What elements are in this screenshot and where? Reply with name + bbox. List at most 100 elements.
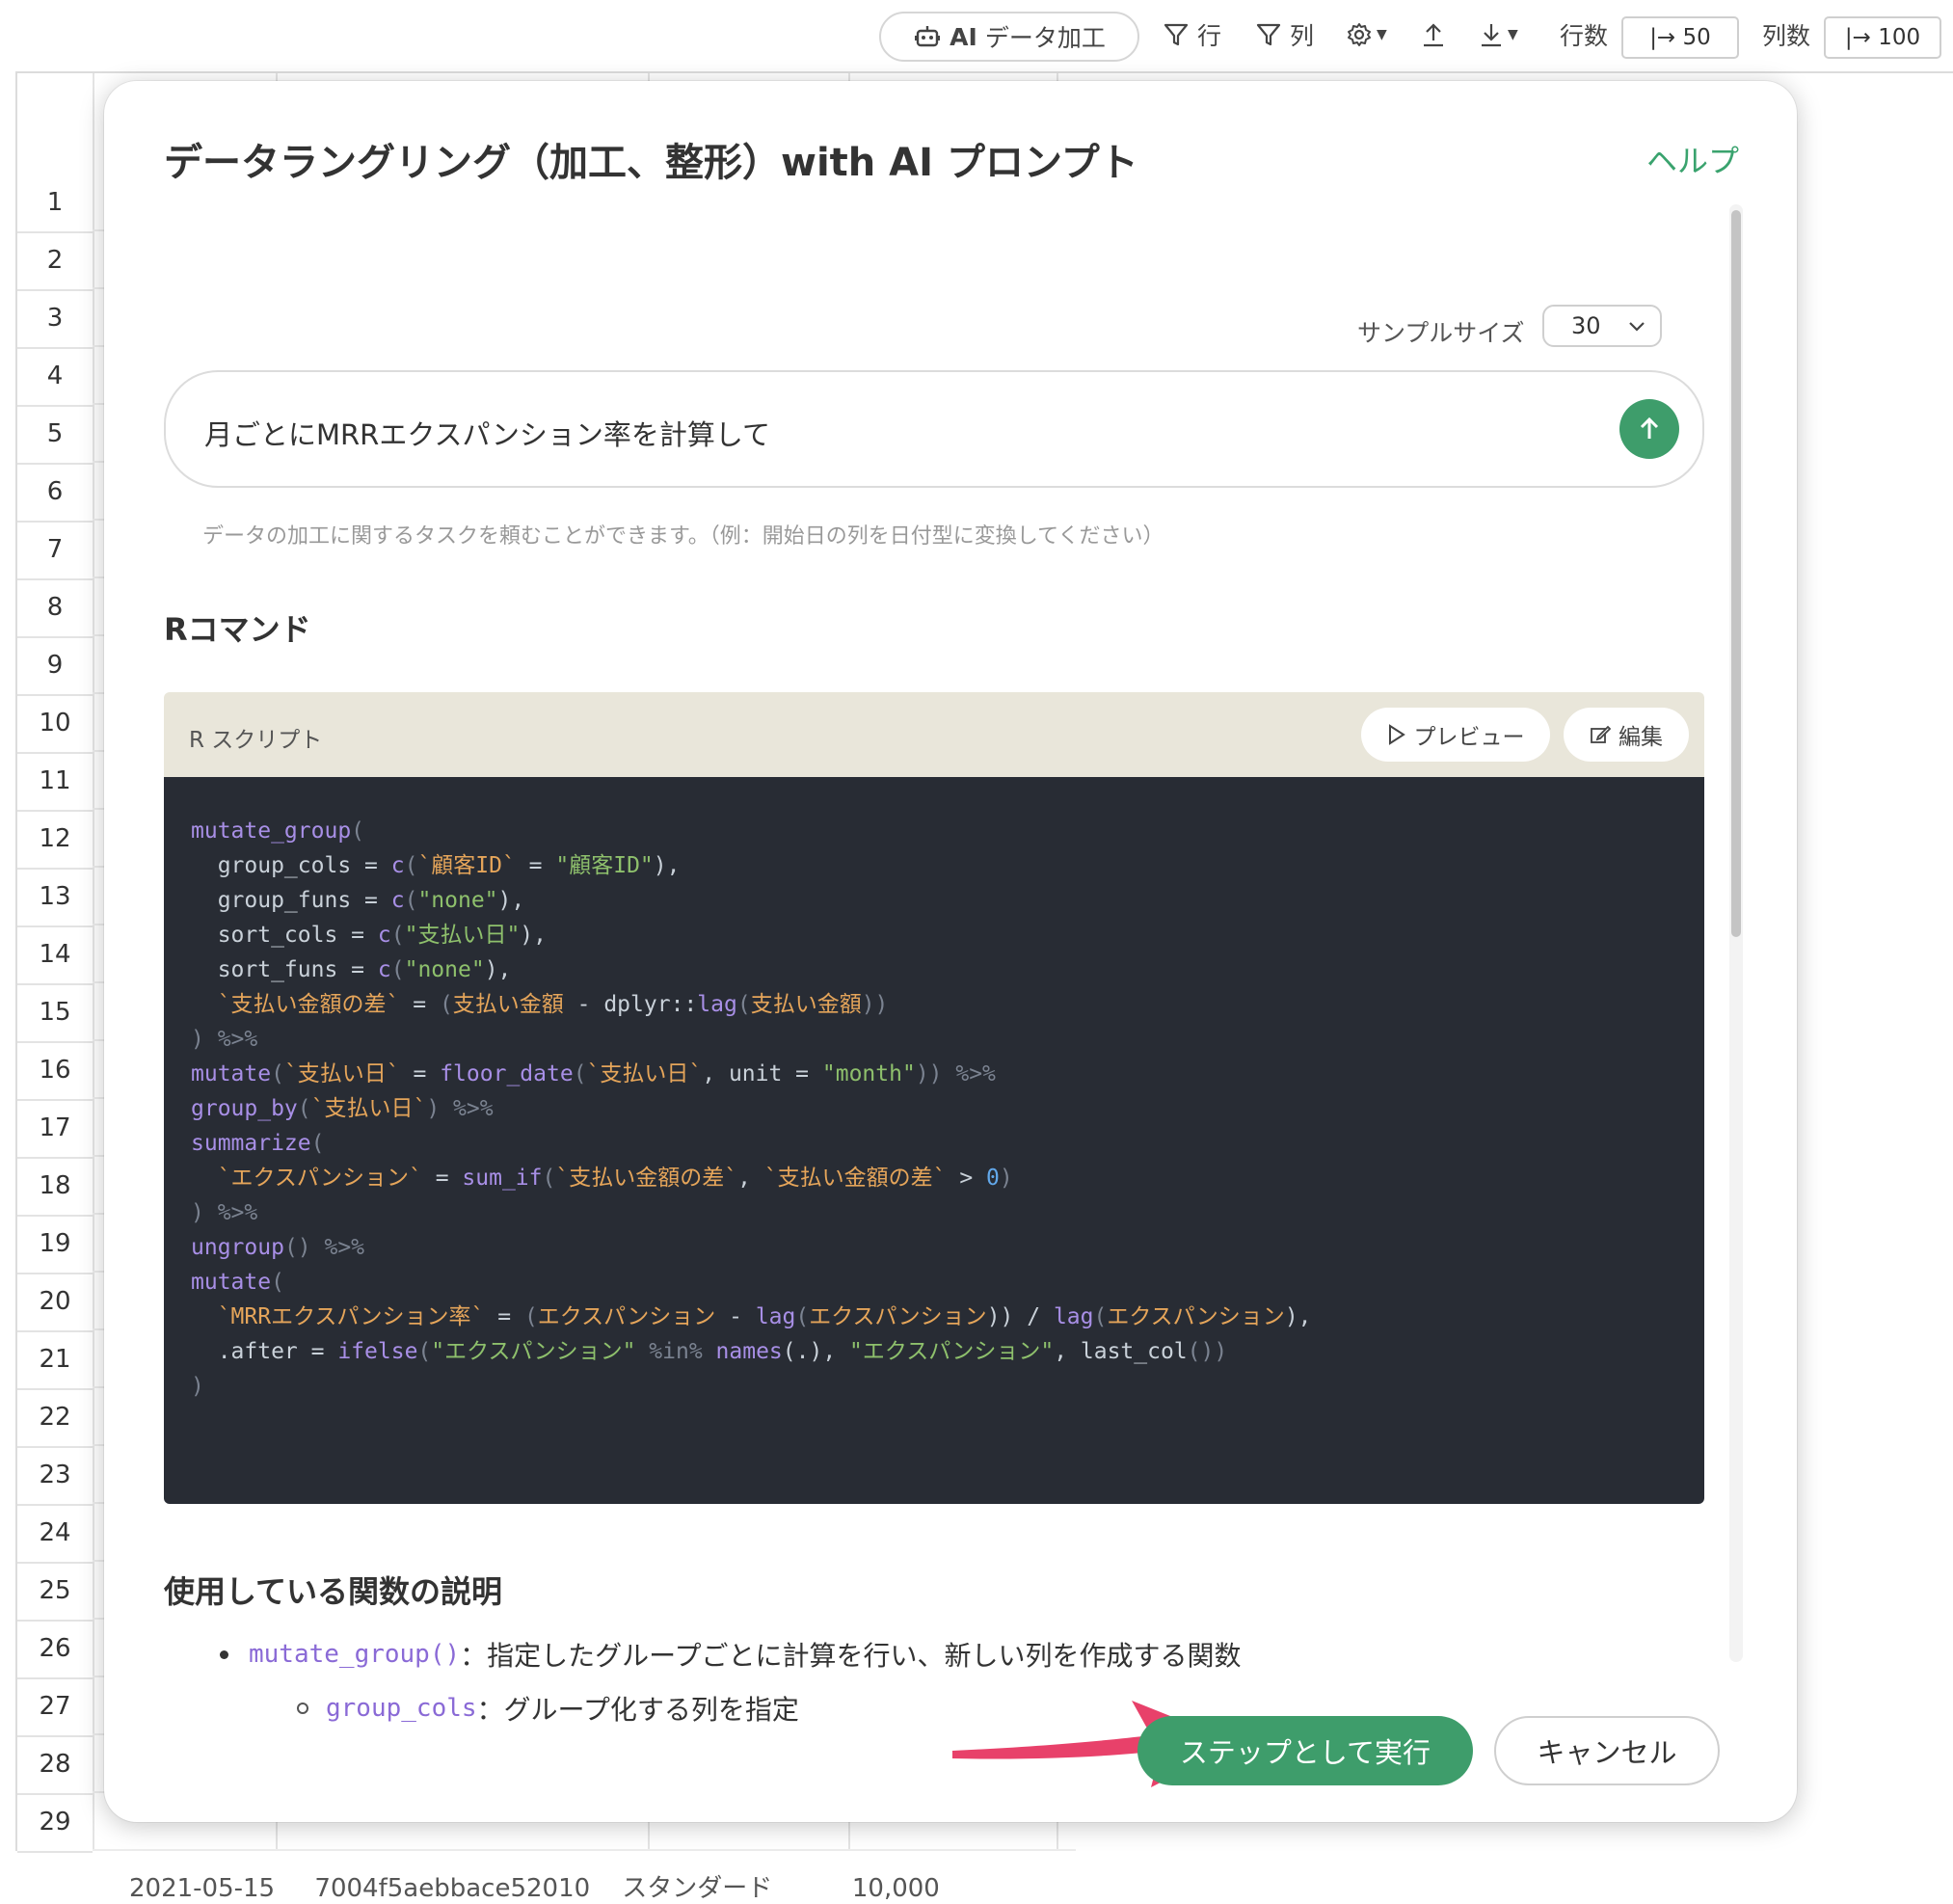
code-line: mutate( [164, 1265, 1704, 1300]
code-token: ( [310, 1131, 325, 1156]
code-token: ( [271, 1061, 284, 1086]
code-token: > [946, 1166, 987, 1191]
code-token: "none" [404, 957, 485, 982]
edit-button[interactable]: 編集 [1564, 708, 1689, 762]
code-token: ungroup [191, 1235, 284, 1260]
code-token: `支払い日` [586, 1061, 703, 1086]
row-number[interactable]: 26 [17, 1620, 93, 1679]
code-token: `支払い金額の差` [191, 992, 400, 1017]
code-token: sort_cols = [191, 923, 378, 948]
r-command-title: Rコマンド [164, 611, 311, 648]
code-token: "エクスパンション" [431, 1339, 636, 1364]
code-token: ( [795, 1304, 810, 1329]
filter-icon [1164, 23, 1189, 46]
sample-size-select[interactable]: 30 [1542, 305, 1662, 347]
function-name: mutate_group() [249, 1640, 461, 1669]
row-number[interactable]: 29 [17, 1793, 93, 1853]
row-number[interactable]: 21 [17, 1330, 93, 1390]
row-number[interactable]: 14 [17, 925, 93, 985]
upload-button[interactable] [1421, 12, 1446, 58]
code-token: エクスパンション [537, 1304, 716, 1329]
run-as-step-button[interactable]: ステップとして実行 [1137, 1716, 1473, 1785]
row-number[interactable]: 4 [17, 347, 93, 407]
code-token: - dplyr:: [563, 992, 698, 1017]
code-token: )) %>% [915, 1061, 996, 1086]
code-token: "顧客ID" [555, 853, 654, 878]
code-token: c [390, 888, 405, 913]
function-description-item: mutate_group() ：指定したグループごとに計算を行い、新しい列を作成す… [164, 1627, 1668, 1681]
code-line: group_cols = c(`顧客ID` = "顧客ID"), [164, 848, 1704, 883]
caret-down-icon: ▼ [1508, 27, 1518, 42]
download-icon [1482, 24, 1501, 47]
code-line: ) %>% [164, 1195, 1704, 1230]
code-token: ( [417, 1339, 432, 1364]
row-count-input[interactable]: |→ 50 [1621, 16, 1739, 59]
code-token: group_cols = [191, 853, 391, 878]
row-number[interactable]: 23 [17, 1446, 93, 1506]
bullet-icon [297, 1703, 308, 1714]
row-number[interactable]: 22 [17, 1388, 93, 1448]
code-token: エクスパンション [1107, 1304, 1285, 1329]
column-count-input[interactable]: |→ 100 [1824, 16, 1941, 59]
code-token: ), [653, 853, 681, 878]
code-token: c [377, 923, 391, 948]
code-token: ) %>% [191, 1027, 258, 1052]
r-script-code[interactable]: mutate_group ( group_cols = c(`顧客ID` = "顧… [164, 777, 1704, 1504]
code-token: ( [404, 853, 418, 878]
preview-button[interactable]: プレビュー [1361, 708, 1550, 762]
code-token: 0 [986, 1166, 1000, 1191]
code-token: , unit = [702, 1061, 822, 1086]
download-menu-button[interactable]: ▼ [1479, 12, 1518, 58]
row-number[interactable]: 11 [17, 752, 93, 812]
code-line: group_by(`支払い日`) %>% [164, 1091, 1704, 1126]
row-number[interactable]: 1 [17, 174, 93, 233]
row-number[interactable]: 18 [17, 1157, 93, 1217]
code-token: ) %>% [426, 1096, 494, 1121]
function-name: group_cols [326, 1694, 477, 1723]
row-number[interactable]: 3 [17, 289, 93, 349]
row-number[interactable]: 8 [17, 578, 93, 638]
row-number[interactable]: 13 [17, 868, 93, 927]
code-token: ), [520, 923, 547, 948]
row-number[interactable]: 2 [17, 231, 93, 291]
column-count-label: 列数 [1762, 22, 1811, 50]
send-button[interactable] [1619, 399, 1679, 459]
row-number[interactable]: 28 [17, 1735, 93, 1795]
code-token: ifelse [337, 1339, 418, 1364]
code-token: `支払い金額の差` [555, 1166, 738, 1191]
cancel-button[interactable]: キャンセル [1494, 1716, 1720, 1785]
code-token: c [377, 957, 391, 982]
row-number[interactable]: 5 [17, 405, 93, 465]
row-number[interactable]: 7 [17, 521, 93, 580]
code-token: = [399, 1061, 441, 1086]
row-number[interactable]: 24 [17, 1504, 93, 1564]
row-number[interactable]: 15 [17, 983, 93, 1043]
code-token: group_by [191, 1096, 298, 1121]
code-token: ) [191, 1374, 204, 1399]
row-number[interactable]: 10 [17, 694, 93, 754]
preview-button-label: プレビュー [1413, 725, 1525, 750]
prompt-input[interactable]: 月ごとにMRRエクスパンション率を計算して [164, 370, 1704, 488]
ai-label: AI [950, 22, 977, 51]
settings-menu-button[interactable]: ▼ [1346, 12, 1387, 58]
code-token: mutate_group [191, 818, 352, 844]
row-number[interactable]: 12 [17, 810, 93, 870]
help-link[interactable]: ヘルプ [1646, 137, 1739, 181]
row-number[interactable]: 19 [17, 1215, 93, 1274]
column-filter-button[interactable]: 列 [1255, 12, 1314, 58]
row-number[interactable]: 16 [17, 1041, 93, 1101]
row-number[interactable]: 25 [17, 1562, 93, 1622]
row-number[interactable]: 6 [17, 463, 93, 523]
row-number[interactable]: 20 [17, 1273, 93, 1332]
ai-data-wrangling-button[interactable]: AI データ加工 [879, 12, 1139, 62]
sample-size-value: 30 [1571, 312, 1601, 339]
row-filter-button[interactable]: 行 [1163, 12, 1221, 58]
function-description: ：グループ化する列を指定 [476, 1694, 799, 1726]
top-toolbar: AI データ加工 行 列 ▼ ▼ 行数 |→ 50 列数 |→ 100 [0, 0, 1953, 71]
code-token: "none" [417, 888, 498, 913]
code-line: sort_cols = c("支払い日"), [164, 918, 1704, 952]
row-number[interactable]: 17 [17, 1099, 93, 1159]
edit-button-label: 編集 [1619, 725, 1663, 750]
row-number[interactable]: 27 [17, 1677, 93, 1737]
row-number[interactable]: 9 [17, 636, 93, 696]
